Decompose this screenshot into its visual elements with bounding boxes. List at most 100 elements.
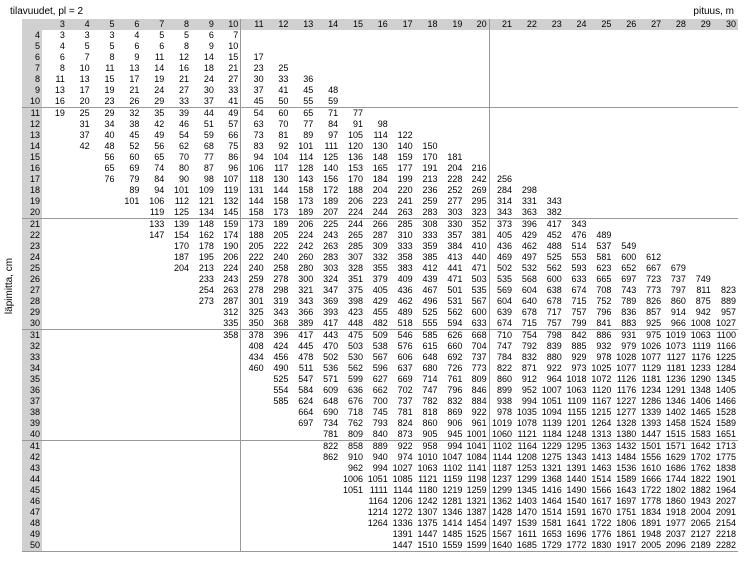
cell: 1685 [514,540,539,552]
cell: 502 [489,263,514,274]
cell: 633 [464,318,489,330]
cell: 974 [390,452,415,463]
cell [67,252,92,263]
cell [67,185,92,196]
cell: 206 [290,219,315,231]
cell [290,52,315,63]
cell [191,474,216,485]
cell: 789 [613,296,638,307]
cell: 884 [464,396,489,407]
cell: 30 [241,74,266,85]
cell [141,407,166,418]
cell: 104 [266,152,291,163]
cell: 796 [589,307,614,318]
cell: 488 [539,241,564,252]
cell [191,374,216,385]
cell: 158 [290,185,315,196]
cell: 912 [514,374,539,385]
cell: 366 [290,307,315,318]
cell: 381 [464,230,489,241]
cell [663,108,688,120]
cell: 136 [340,152,365,163]
cell: 1571 [663,441,688,453]
cell: 120 [340,141,365,152]
cell [42,263,67,274]
cell: 143 [290,174,315,185]
cell: 1307 [415,507,440,518]
cell: 469 [489,252,514,263]
cell [141,396,166,407]
cell: 1536 [613,463,638,474]
row-header: 27 [22,285,42,296]
cell: 585 [266,396,291,407]
cell: 41 [216,96,241,108]
cell: 1485 [440,529,465,540]
cell [539,74,564,85]
cell: 1440 [564,474,589,485]
cell [713,219,738,231]
cell: 886 [589,330,614,342]
cell: 57 [216,119,241,130]
cell: 822 [489,363,514,374]
cell: 717 [539,307,564,318]
cell: 1229 [539,441,564,453]
cell [42,507,67,518]
table-row: 81113151719212427303336 [22,74,738,85]
cell: 636 [340,385,365,396]
cell [539,30,564,41]
cell [216,352,241,363]
cell: 1470 [514,507,539,518]
cell [266,441,291,453]
cell: 1348 [688,385,713,396]
cell: 940 [365,452,390,463]
cell: 1339 [638,407,663,418]
cell: 1208 [514,452,539,463]
cell: 51 [191,119,216,130]
table-row: 1119252932353944495460657177 [22,108,738,120]
cell: 869 [440,407,465,418]
cell: 462 [514,241,539,252]
cell [42,130,67,141]
cell [663,152,688,163]
cell [92,252,117,263]
cell: 1380 [613,429,638,441]
cell [166,496,191,507]
cell: 1686 [663,463,688,474]
cell: 220 [390,185,415,196]
cell [117,352,142,363]
cell [42,163,67,174]
col-header: 4 [67,19,92,30]
cell: 83 [241,141,266,152]
cell [390,85,415,96]
cell: 1583 [688,429,713,441]
cell: 1447 [638,429,663,441]
cell: 73 [241,130,266,141]
cell: 191 [415,163,440,174]
cell: 2218 [713,529,738,540]
cell [390,52,415,63]
cell: 13 [42,85,67,96]
cell: 14 [141,63,166,74]
cell [216,418,241,429]
cell: 56 [92,152,117,163]
col-header: 18 [415,19,440,30]
cell [688,152,713,163]
cell: 424 [266,341,291,352]
cell [166,352,191,363]
cell: 1882 [688,485,713,496]
cell: 38 [117,119,142,130]
cell: 470 [315,341,340,352]
cell [166,463,191,474]
cell [42,241,67,252]
cell: 285 [390,219,415,231]
cell: 700 [365,396,390,407]
cell: 754 [514,330,539,342]
cell: 277 [440,196,465,207]
table-row: 1665697480879610611712814015316517719120… [22,163,738,174]
cell: 181 [440,152,465,163]
cell: 502 [315,352,340,363]
cell [117,274,142,285]
cell [713,274,738,285]
cell [613,63,638,74]
cell: 118 [241,174,266,185]
